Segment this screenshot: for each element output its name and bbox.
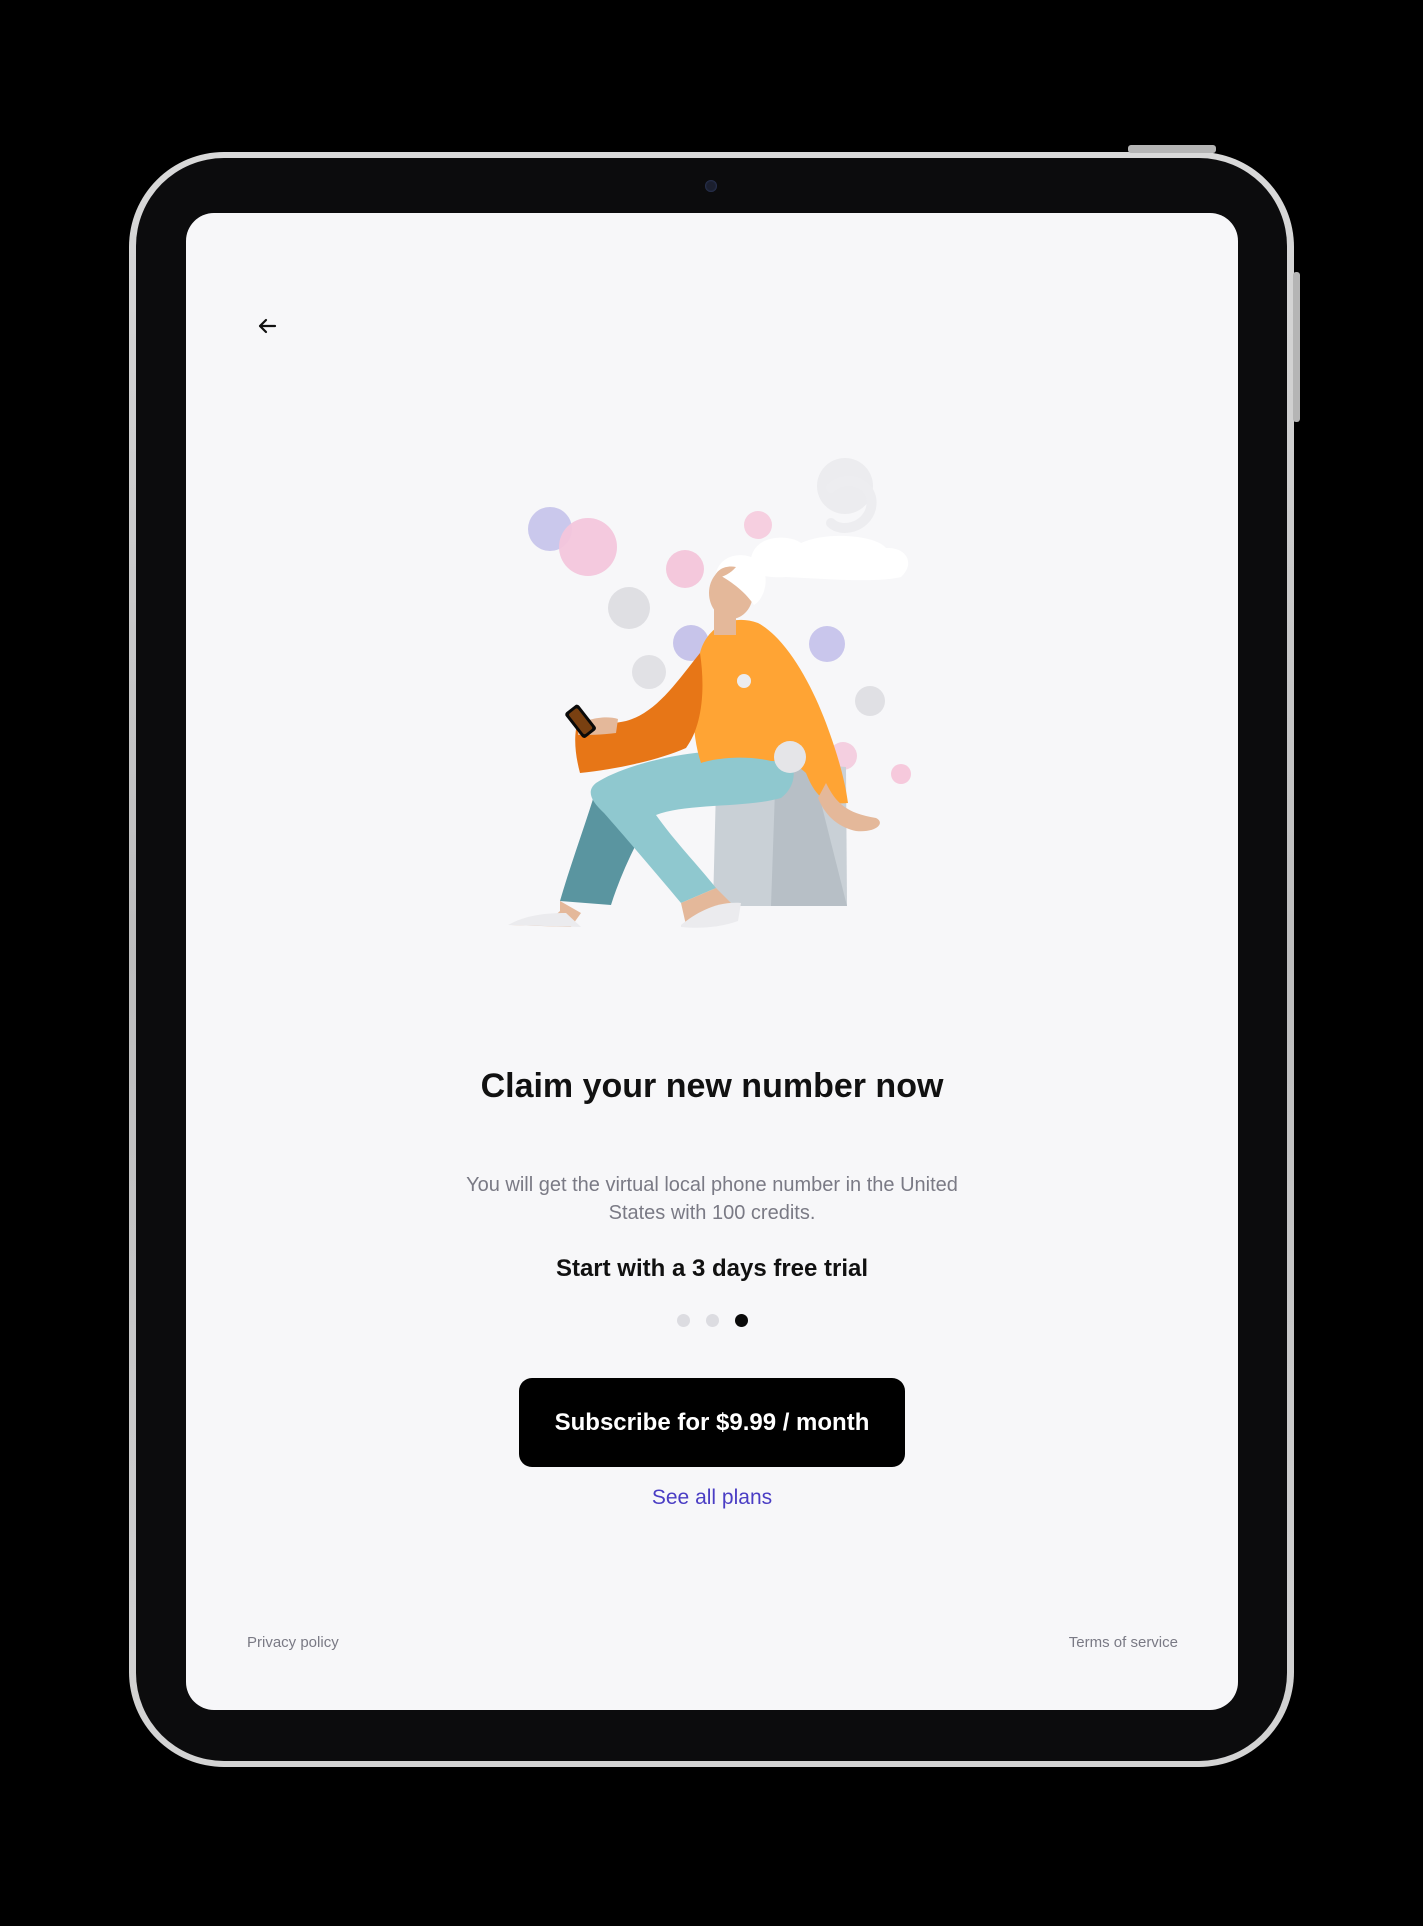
front-camera [705,180,717,192]
page-title: Claim your new number now [480,1067,944,1105]
page-subtitle: You will get the virtual local phone num… [466,1174,958,1224]
pagination-dot[interactable] [676,1314,690,1327]
trial-text: Start with a 3 days free trial [555,1255,869,1282]
pagination-dot-active[interactable] [734,1314,748,1327]
app-screen: Claim your new number now You will get t… [186,213,1238,1710]
top-button [1128,145,1216,153]
person-sitting-with-phone-illustration [508,458,911,928]
subscribe-button[interactable]: Subscribe for $9.99 / month [519,1378,905,1467]
see-all-plans-link[interactable]: See all plans [562,1486,862,1510]
pagination-dot[interactable] [705,1314,719,1327]
back-button[interactable] [246,305,288,347]
arrow-left-icon [258,318,277,334]
privacy-policy-link[interactable]: Privacy policy [247,1634,339,1651]
volume-button [1293,272,1300,422]
pagination-dots [186,1314,1238,1327]
terms-of-service-link[interactable]: Terms of service [1069,1634,1178,1651]
